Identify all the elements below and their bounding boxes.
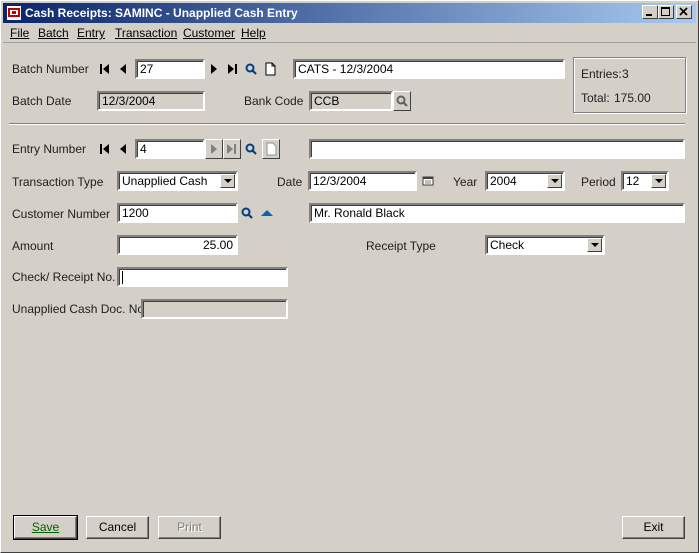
chevron-down-icon[interactable] bbox=[651, 174, 666, 188]
entry-description-input[interactable] bbox=[309, 139, 685, 159]
period-select[interactable]: 12 bbox=[621, 171, 669, 191]
bank-finder-search-icon bbox=[396, 95, 408, 107]
entry-number-input[interactable]: 4 bbox=[135, 139, 205, 159]
menu-transaction[interactable]: Transaction bbox=[115, 26, 177, 40]
minimize-button[interactable] bbox=[642, 5, 658, 19]
maximize-icon bbox=[661, 7, 670, 16]
customer-name-field[interactable]: Mr. Ronald Black bbox=[309, 203, 685, 223]
next-entry-icon bbox=[211, 144, 217, 154]
section-divider bbox=[9, 123, 685, 125]
menu-entry[interactable]: Entry bbox=[77, 26, 105, 40]
minimize-icon bbox=[646, 14, 652, 16]
title-bar[interactable]: Cash Receipts: SAMINC - Unapplied Cash E… bbox=[3, 3, 696, 23]
amount-label: Amount bbox=[12, 239, 54, 253]
bank-code-field: CCB bbox=[309, 91, 393, 111]
batch-description-input[interactable]: CATS - 12/3/2004 bbox=[293, 59, 565, 79]
main-window: Cash Receipts: SAMINC - Unapplied Cash E… bbox=[0, 0, 699, 553]
menu-customer[interactable]: Customer bbox=[183, 26, 235, 40]
window-title: Cash Receipts: SAMINC - Unapplied Cash E… bbox=[25, 6, 298, 20]
receipt-type-label: Receipt Type bbox=[366, 239, 436, 253]
exit-button[interactable]: Exit bbox=[622, 516, 685, 539]
year-label: Year bbox=[453, 175, 478, 189]
next-entry-button[interactable] bbox=[205, 139, 223, 159]
new-entry-button[interactable] bbox=[262, 139, 280, 159]
menu-help[interactable]: Help bbox=[241, 26, 266, 40]
first-entry-icon[interactable] bbox=[98, 141, 112, 157]
batch-number-input[interactable]: 27 bbox=[135, 59, 205, 79]
transaction-type-value: Unapplied Cash bbox=[122, 174, 208, 188]
batch-finder-search-icon[interactable] bbox=[244, 61, 258, 77]
entries-label: Entries: bbox=[581, 67, 622, 81]
check-receipt-no-label: Check/ Receipt No. bbox=[12, 270, 116, 284]
calendar-icon[interactable] bbox=[422, 175, 434, 187]
total-label: Total: bbox=[581, 91, 610, 105]
previous-batch-icon[interactable] bbox=[116, 61, 130, 77]
chevron-down-icon[interactable] bbox=[547, 174, 562, 188]
date-label: Date bbox=[277, 175, 303, 189]
receipt-type-select[interactable]: Check bbox=[485, 235, 605, 255]
period-label: Period bbox=[581, 175, 616, 189]
check-receipt-no-input[interactable] bbox=[117, 267, 288, 287]
amount-input[interactable]: 25.00 bbox=[117, 235, 238, 255]
chevron-down-icon[interactable] bbox=[220, 174, 235, 188]
customer-finder-search-icon[interactable] bbox=[240, 205, 254, 221]
cash-receipts-app-icon bbox=[7, 6, 21, 20]
last-entry-button[interactable] bbox=[223, 139, 241, 159]
close-icon bbox=[679, 7, 688, 16]
unapplied-doc-no-label: Unapplied Cash Doc. No. bbox=[12, 302, 148, 316]
total-value: 175.00 bbox=[614, 91, 651, 105]
unapplied-doc-no-field bbox=[141, 299, 288, 319]
next-batch-icon[interactable] bbox=[207, 61, 221, 77]
batch-number-label: Batch Number bbox=[12, 62, 89, 76]
bank-code-label: Bank Code bbox=[244, 94, 304, 108]
last-entry-icon bbox=[227, 144, 236, 154]
customer-number-input[interactable]: 1200 bbox=[117, 203, 238, 223]
customer-number-label: Customer Number bbox=[12, 207, 111, 221]
cancel-button[interactable]: Cancel bbox=[86, 516, 149, 539]
print-button[interactable]: Print bbox=[158, 516, 221, 539]
menu-batch[interactable]: Batch bbox=[38, 26, 69, 40]
new-entry-document-icon bbox=[266, 142, 277, 156]
menu-file[interactable]: File bbox=[10, 26, 29, 40]
entry-number-label: Entry Number bbox=[12, 142, 87, 156]
previous-entry-icon[interactable] bbox=[116, 141, 130, 157]
entry-finder-search-icon[interactable] bbox=[244, 141, 258, 157]
maximize-button[interactable] bbox=[658, 5, 674, 19]
entry-date-input[interactable]: 12/3/2004 bbox=[308, 171, 417, 191]
batch-date-label: Batch Date bbox=[12, 94, 72, 108]
first-batch-icon[interactable] bbox=[98, 61, 112, 77]
entries-value: 3 bbox=[622, 67, 629, 81]
year-value: 2004 bbox=[490, 174, 517, 188]
receipt-type-value: Check bbox=[490, 238, 525, 252]
bank-code-finder-button[interactable] bbox=[393, 91, 411, 111]
year-select[interactable]: 2004 bbox=[485, 171, 565, 191]
new-batch-document-icon[interactable] bbox=[263, 61, 277, 77]
period-value: 12 bbox=[626, 174, 640, 188]
menu-bar: File Batch Entry Transaction Customer He… bbox=[3, 24, 696, 43]
transaction-type-select[interactable]: Unapplied Cash bbox=[117, 171, 238, 191]
last-batch-icon[interactable] bbox=[225, 61, 239, 77]
customer-zoom-up-icon[interactable] bbox=[260, 205, 274, 221]
close-button[interactable] bbox=[676, 5, 692, 19]
batch-date-field: 12/3/2004 bbox=[97, 91, 205, 111]
save-button[interactable]: Save bbox=[13, 515, 78, 540]
text-cursor bbox=[122, 271, 123, 284]
transaction-type-label: Transaction Type bbox=[12, 175, 104, 189]
chevron-down-icon[interactable] bbox=[587, 238, 602, 252]
